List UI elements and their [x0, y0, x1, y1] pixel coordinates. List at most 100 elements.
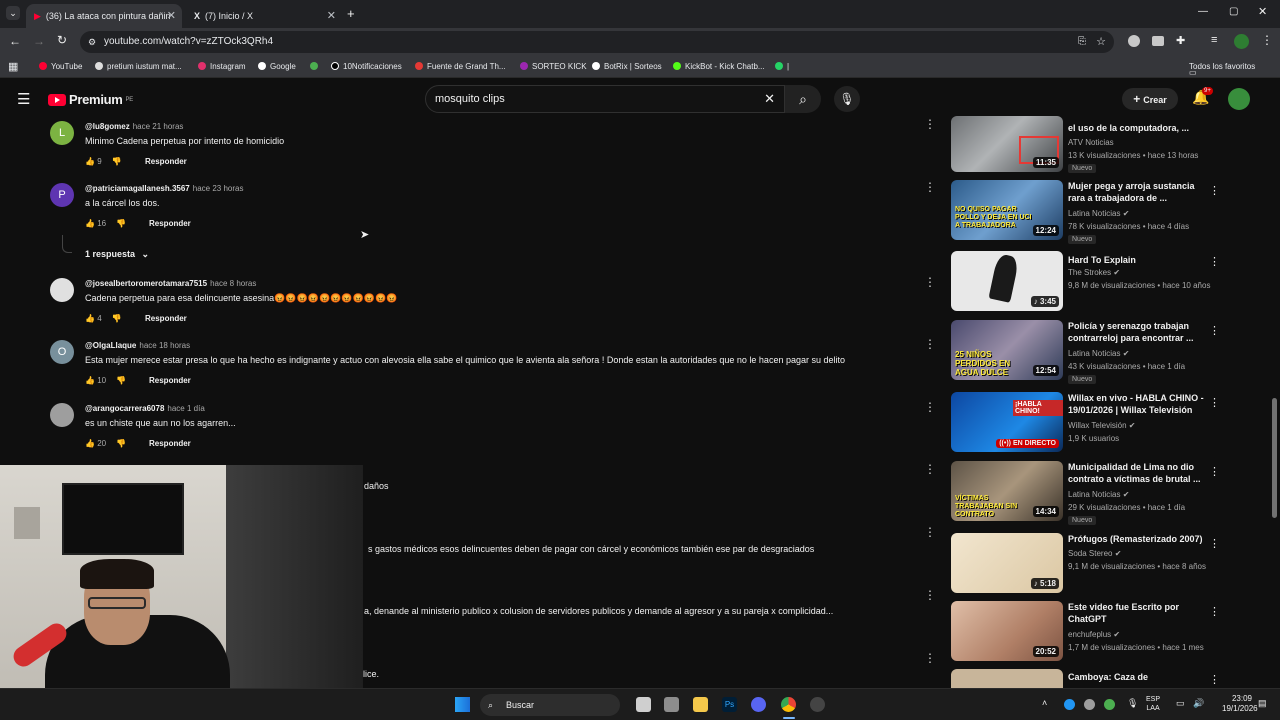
recommended-video[interactable]: VÍCTIMAS TRABAJABAN SIN CONTRATO 14:34 M…: [951, 461, 1271, 525]
channel-name[interactable]: ATV Noticias: [1068, 138, 1114, 147]
channel-name[interactable]: Willax Televisión ✔: [1068, 421, 1135, 430]
like-icon[interactable]: 👍: [85, 219, 95, 228]
dislike-icon[interactable]: 👎: [116, 439, 126, 448]
create-button[interactable]: + Crear: [1122, 88, 1178, 110]
account-avatar[interactable]: [1228, 88, 1250, 110]
like-icon[interactable]: 👍: [85, 376, 95, 385]
video-thumbnail[interactable]: ¡HABLA CHINO! ((•)) EN DIRECTO: [951, 392, 1063, 452]
tray-icon[interactable]: [1084, 699, 1095, 710]
channel-name[interactable]: Latina Noticias ✔: [1068, 349, 1129, 358]
video-title[interactable]: Mujer pega y arroja sustancia rara a tra…: [1068, 180, 1208, 204]
comment-more-icon[interactable]: ⋮: [924, 180, 936, 194]
profile-avatar[interactable]: [1234, 34, 1249, 49]
recommended-video[interactable]: 25 NIÑOS PERDIDOS EN AGUA DULCE 12:54 Po…: [951, 320, 1271, 384]
comment-more-icon[interactable]: ⋮: [924, 275, 936, 289]
recommended-video[interactable]: Camboya: Caza de ⋮: [951, 669, 1271, 688]
task-view-icon[interactable]: [636, 697, 651, 712]
bookmark-star-icon[interactable]: ☆: [1096, 31, 1106, 53]
like-icon[interactable]: 👍: [85, 157, 95, 166]
file-explorer-icon[interactable]: [693, 697, 708, 712]
video-title[interactable]: Hard To Explain: [1068, 254, 1208, 266]
tray-microphone-icon[interactable]: 🎙: [1127, 698, 1138, 709]
comment-more-icon[interactable]: ⋮: [924, 337, 936, 351]
comment-more-icon[interactable]: ⋮: [924, 462, 936, 476]
video-more-icon[interactable]: ⋮: [1209, 184, 1220, 197]
video-title[interactable]: Prófugos (Remasterizado 2007): [1068, 533, 1208, 545]
video-title[interactable]: Municipalidad de Lima no dio contrato a …: [1068, 461, 1208, 485]
app-icon[interactable]: [810, 697, 825, 712]
youtube-logo[interactable]: Premium PE: [48, 92, 133, 107]
tab-youtube[interactable]: ▶ (36) La ataca con pintura dañin ✕: [26, 4, 182, 28]
chrome-menu-icon[interactable]: ⋮: [1261, 33, 1273, 47]
clear-search-icon[interactable]: ✕: [764, 86, 775, 112]
media-icon[interactable]: ≡: [1211, 34, 1217, 46]
bookmark-instagram[interactable]: Instagram: [198, 62, 246, 71]
bookmark-sorteo-kick[interactable]: SORTEO KICK: [520, 62, 587, 71]
notification-icon[interactable]: ▤: [1258, 698, 1267, 709]
comment-more-icon[interactable]: ⋮: [924, 588, 936, 602]
video-title[interactable]: el uso de la computadora, ...: [1068, 122, 1208, 134]
taskbar-clock[interactable]: 23:09 19/1/2026: [1222, 694, 1258, 714]
extension-icon[interactable]: [1152, 36, 1164, 46]
channel-name[interactable]: Latina Noticias ✔: [1068, 209, 1129, 218]
comment-time[interactable]: hace 1 día: [167, 404, 204, 413]
apps-grid-icon[interactable]: ▦: [8, 60, 18, 73]
recommended-video[interactable]: ♪ 5:18 Prófugos (Remasterizado 2007) Sod…: [951, 533, 1271, 593]
dislike-icon[interactable]: 👎: [112, 314, 122, 323]
video-thumbnail[interactable]: 11:35: [951, 116, 1063, 172]
reply-button[interactable]: Responder: [149, 219, 191, 228]
discord-icon[interactable]: [751, 697, 766, 712]
like-icon[interactable]: 👍: [85, 314, 95, 323]
close-tab-icon[interactable]: ✕: [167, 9, 176, 22]
reload-icon[interactable]: ↻: [57, 33, 67, 47]
bookmark-google[interactable]: Google: [258, 62, 296, 71]
recommended-video[interactable]: NO QUISO PAGAR POLLO Y DEJA EN UCI A TRA…: [951, 180, 1271, 244]
all-favorites[interactable]: ▭ Todos los favoritos: [1189, 62, 1255, 77]
reply-button[interactable]: Responder: [145, 157, 187, 166]
reply-button[interactable]: Responder: [145, 314, 187, 323]
bookmark-youtube[interactable]: YouTube: [39, 62, 82, 71]
video-more-icon[interactable]: ⋮: [1209, 465, 1220, 478]
avatar[interactable]: P: [50, 183, 74, 207]
comment-time[interactable]: hace 21 horas: [133, 122, 184, 131]
video-title[interactable]: Camboya: Caza de: [1068, 671, 1208, 683]
back-icon[interactable]: ←: [9, 34, 21, 48]
bookmark-fuente[interactable]: Fuente de Grand Th...: [415, 62, 506, 71]
recommended-video[interactable]: ♪ 3:45 Hard To Explain The Strokes ✔ 9,8…: [951, 251, 1271, 311]
reply-button[interactable]: Responder: [149, 376, 191, 385]
video-thumbnail[interactable]: 20:52: [951, 601, 1063, 661]
replies-toggle[interactable]: 1 respuesta ⌄: [85, 249, 149, 260]
video-more-icon[interactable]: ⋮: [1209, 605, 1220, 618]
network-icon[interactable]: ▭: [1176, 698, 1185, 709]
dislike-icon[interactable]: 👎: [116, 376, 126, 385]
comment-author[interactable]: @OlgaLlaque: [85, 341, 136, 350]
comment-time[interactable]: hace 23 horas: [193, 184, 244, 193]
dislike-icon[interactable]: 👎: [116, 219, 126, 228]
close-window-button[interactable]: ✕: [1258, 5, 1267, 18]
comment-time[interactable]: hace 8 horas: [210, 279, 256, 288]
video-thumbnail[interactable]: VÍCTIMAS TRABAJABAN SIN CONTRATO 14:34: [951, 461, 1063, 521]
comment-author[interactable]: @patriciamagallanesh.3567: [85, 184, 190, 193]
recommended-video[interactable]: 11:35 el uso de la computadora, ... ATV …: [951, 116, 1271, 174]
page-scrollbar[interactable]: [1272, 398, 1277, 518]
channel-name[interactable]: enchufeplus ✔: [1068, 630, 1120, 639]
comment-time[interactable]: hace 18 horas: [139, 341, 190, 350]
avatar[interactable]: L: [50, 121, 74, 145]
video-more-icon[interactable]: ⋮: [1209, 673, 1220, 686]
extension-icon[interactable]: [1128, 35, 1140, 47]
channel-name[interactable]: The Strokes ✔: [1068, 268, 1120, 277]
video-more-icon[interactable]: ⋮: [1209, 255, 1220, 268]
app-icon[interactable]: [664, 697, 679, 712]
video-thumbnail[interactable]: [951, 669, 1063, 688]
comment-author[interactable]: @arangocarrera6078: [85, 404, 164, 413]
video-more-icon[interactable]: ⋮: [1209, 396, 1220, 409]
bookmark-icon-only[interactable]: [310, 62, 322, 71]
recommended-video[interactable]: ¡HABLA CHINO! ((•)) EN DIRECTO Willax en…: [951, 392, 1271, 452]
extensions-puzzle-icon[interactable]: ✚: [1176, 34, 1185, 47]
bookmark-notificaciones[interactable]: 10Notificaciones: [331, 62, 402, 71]
taskbar-search-input[interactable]: ⌕ Buscar: [480, 694, 620, 716]
comment-more-icon[interactable]: ⋮: [924, 400, 936, 414]
close-tab-icon[interactable]: ✕: [327, 9, 336, 22]
hamburger-menu-icon[interactable]: ☰: [17, 90, 30, 108]
avatar[interactable]: O: [50, 340, 74, 364]
